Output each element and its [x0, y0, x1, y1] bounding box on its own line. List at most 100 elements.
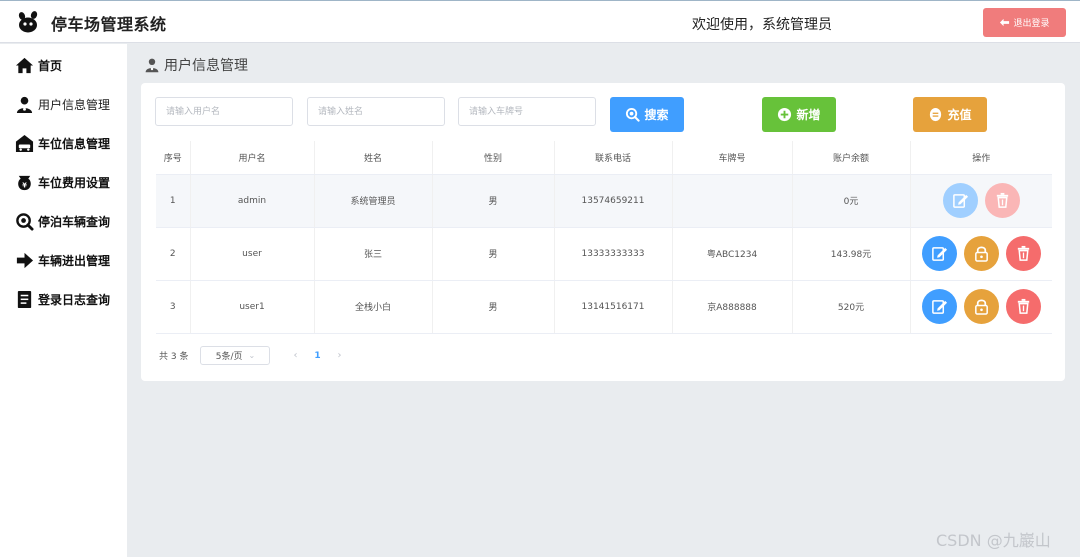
page-size-value: 5条/页	[215, 352, 243, 362]
sidebar-item-label: 车辆进出管理	[38, 253, 111, 268]
delete-button[interactable]	[1005, 289, 1041, 324]
delete-button[interactable]	[984, 183, 1020, 218]
column-header-name: 姓名	[314, 141, 433, 175]
cell-username: admin	[190, 174, 315, 228]
cell-index: 3	[156, 280, 191, 334]
sidebar-item-vehicle-query[interactable]: 停泊车辆查询	[14, 210, 110, 232]
sidebar-item-home[interactable]: 首页	[14, 54, 62, 76]
table-row: 1 admin 系统管理员 男 13574659211 0元	[156, 174, 1052, 228]
sidebar-item-label: 首页	[38, 58, 63, 73]
search-button[interactable]: 搜索	[610, 97, 684, 132]
user-table: 序号 用户名 姓名 性别 联系电话 车牌号 账户余额 操作 1 admin 系统…	[156, 141, 1052, 334]
sidebar-item-entry-exit[interactable]: 车辆进出管理	[14, 249, 110, 271]
lock-icon	[974, 246, 988, 262]
recharge-button[interactable]: 充值	[913, 97, 987, 132]
column-header-balance: 账户余额	[792, 141, 911, 175]
logout-icon	[1000, 18, 1010, 27]
parking-icon	[14, 133, 34, 153]
fee-icon: ¥	[14, 172, 34, 192]
sidebar: 首页 用户信息管理 车位信息管理 ¥ 车位费用设置 停泊车辆查询 车辆进出管理	[0, 44, 127, 557]
add-button[interactable]: 新增	[762, 97, 836, 132]
coin-icon	[930, 107, 942, 122]
cell-username: user	[190, 227, 315, 281]
cell-actions	[910, 280, 1052, 334]
plate-search-input[interactable]	[458, 97, 596, 126]
cell-plate: 粤ABC1234	[672, 227, 793, 281]
cell-name: 张三	[314, 227, 433, 281]
cell-plate: 京A888888	[672, 280, 793, 334]
column-header-plate: 车牌号	[672, 141, 793, 175]
sidebar-item-users[interactable]: 用户信息管理	[14, 93, 110, 115]
sidebar-item-fee[interactable]: ¥ 车位费用设置	[14, 171, 110, 193]
cell-phone: 13141516171	[554, 280, 673, 334]
page-number-current[interactable]: 1	[306, 351, 328, 361]
logout-label: 退出登录	[1013, 19, 1050, 29]
edit-button[interactable]	[921, 289, 957, 324]
user-icon	[145, 58, 159, 73]
recharge-label: 充值	[947, 108, 972, 122]
sidebar-item-label: 用户信息管理	[38, 97, 111, 112]
name-search-input[interactable]	[307, 97, 445, 126]
search-icon	[14, 211, 34, 231]
table-row: 3 user1 全栈小白 男 13141516171 京A888888 520元	[156, 280, 1052, 334]
logo-icon	[18, 11, 38, 33]
cell-phone: 13333333333	[554, 227, 673, 281]
edit-button[interactable]	[942, 183, 978, 218]
home-icon	[14, 55, 34, 75]
page-title: 用户信息管理	[164, 58, 248, 74]
reset-password-button[interactable]	[963, 236, 999, 271]
table-row: 2 user 张三 男 13333333333 粤ABC1234 143.98元	[156, 227, 1052, 281]
username-search-input[interactable]	[155, 97, 293, 126]
breadcrumb: 用户信息管理	[144, 55, 248, 75]
add-label: 新增	[796, 108, 821, 122]
chevron-down-icon: ⌄	[248, 351, 256, 360]
page-size-select[interactable]: 5条/页 ⌄	[200, 346, 271, 365]
cell-name: 系统管理员	[314, 174, 433, 228]
sidebar-item-label: 车位费用设置	[38, 175, 111, 190]
cell-phone: 13574659211	[554, 174, 673, 228]
trash-icon	[1017, 298, 1029, 314]
welcome-text: 欢迎使用，系统管理员	[692, 17, 832, 33]
top-header: 停车场管理系统 欢迎使用，系统管理员 退出登录	[0, 0, 1080, 43]
cell-actions	[910, 174, 1052, 228]
arrow-right-icon	[14, 250, 34, 270]
app-title: 停车场管理系统	[51, 15, 167, 34]
svg-text:¥: ¥	[22, 181, 27, 189]
cell-gender: 男	[432, 174, 555, 228]
edit-icon	[931, 300, 947, 314]
cell-balance: 520元	[792, 280, 911, 334]
column-header-phone: 联系电话	[554, 141, 673, 175]
trash-icon	[996, 192, 1008, 208]
delete-button[interactable]	[1005, 236, 1041, 271]
pagination: 共 3 条 5条/页 ⌄ ‹ 1 ›	[159, 346, 350, 365]
reset-password-button[interactable]	[963, 289, 999, 324]
sidebar-item-label: 车位信息管理	[38, 136, 111, 151]
sidebar-item-login-log[interactable]: 登录日志查询	[14, 288, 110, 310]
edit-icon	[931, 247, 947, 261]
search-icon	[626, 107, 641, 122]
logout-button[interactable]: 退出登录	[983, 8, 1066, 37]
sidebar-item-label: 停泊车辆查询	[38, 214, 111, 229]
pagination-total: 共 3 条	[159, 352, 189, 362]
lock-icon	[974, 299, 988, 315]
prev-page-icon[interactable]: ‹	[284, 350, 306, 361]
content-card: 搜索 新增 充值 序号 用户名 姓名 性别 联系电话 车牌号 账户余额 操作	[141, 83, 1065, 381]
sidebar-item-parking[interactable]: 车位信息管理	[14, 132, 110, 154]
cell-index: 1	[156, 174, 191, 228]
add-icon	[778, 107, 792, 122]
search-label: 搜索	[644, 108, 669, 122]
column-header-index: 序号	[156, 141, 191, 175]
trash-icon	[1017, 245, 1029, 261]
table-header-row: 序号 用户名 姓名 性别 联系电话 车牌号 账户余额 操作	[156, 141, 1052, 175]
log-icon	[14, 289, 34, 309]
cell-balance: 0元	[792, 174, 911, 228]
watermark: CSDN @九巖山	[936, 531, 1051, 550]
cell-plate	[672, 174, 793, 228]
sidebar-item-label: 登录日志查询	[38, 292, 111, 307]
edit-icon	[952, 194, 968, 208]
next-page-icon[interactable]: ›	[328, 350, 350, 361]
cell-index: 2	[156, 227, 191, 281]
cell-name: 全栈小白	[314, 280, 433, 334]
column-header-gender: 性别	[432, 141, 555, 175]
edit-button[interactable]	[921, 236, 957, 271]
